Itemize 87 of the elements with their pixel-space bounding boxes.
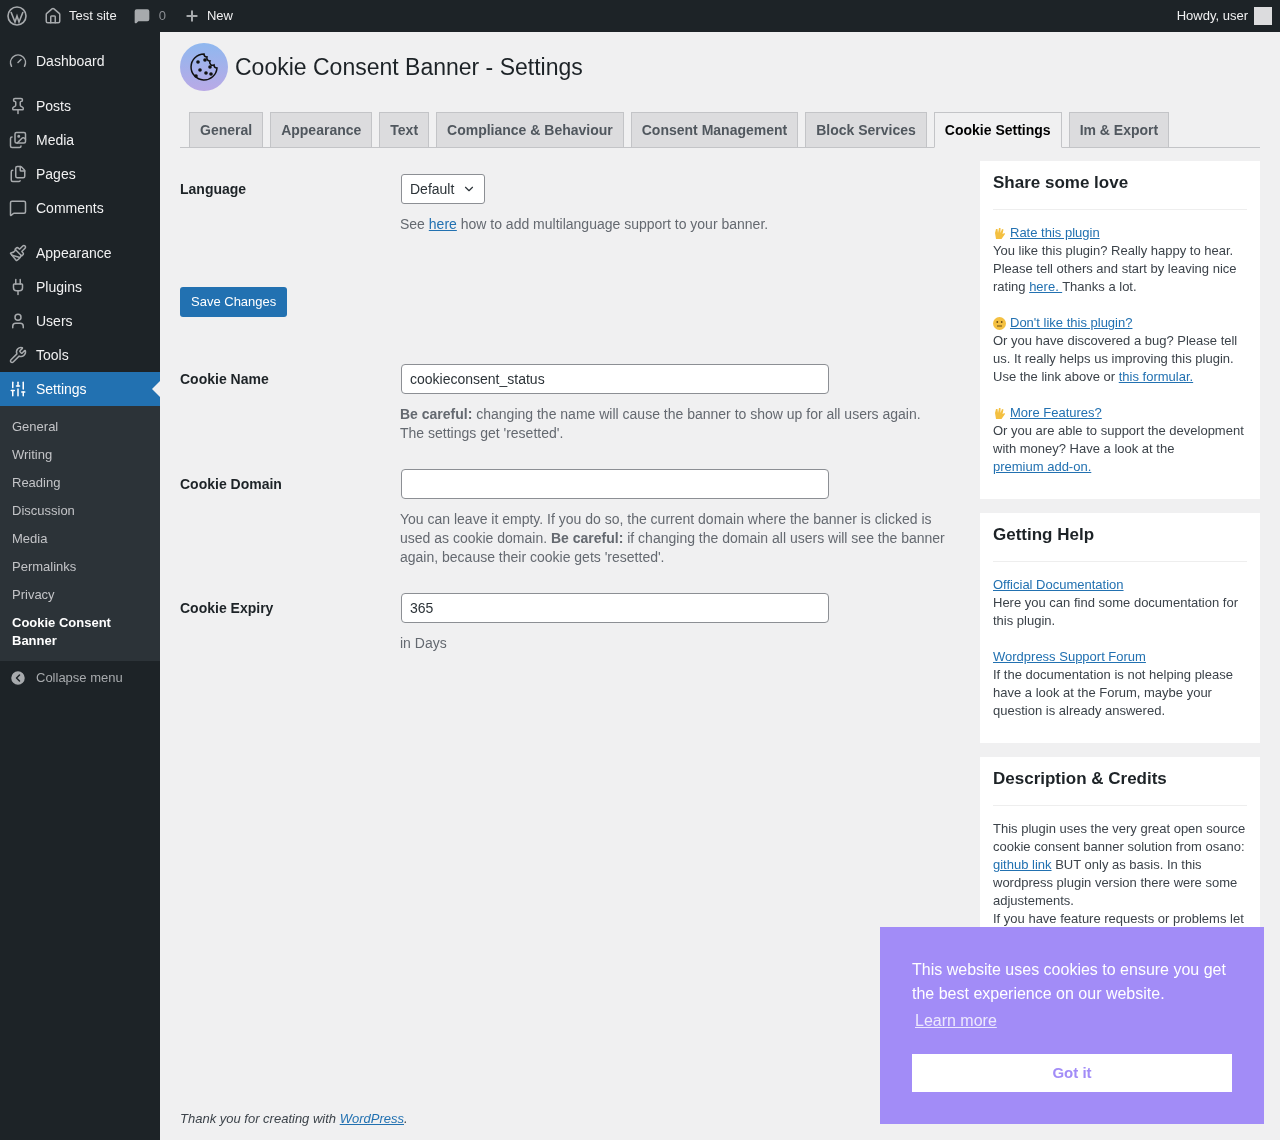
menu-item[interactable]: Tools — [0, 338, 160, 372]
field-description: You can leave it empty. If you do so, the current domain where the banner is clicked is used as cookie domain. Be careful: if changing the domain all users will see the banner again, because their cookie gets 'resetted'. — [400, 510, 946, 567]
text-link[interactable]: here — [428, 216, 457, 232]
submenu-item[interactable]: Media — [0, 525, 160, 553]
comment-icon — [133, 8, 150, 24]
submenu-item[interactable]: Discussion — [0, 497, 160, 525]
plus-icon — [183, 8, 200, 24]
text-link[interactable]: github link — [993, 857, 1052, 872]
section-text: Or you have discovered a bug? Please tell us. It really helps us improving this plugin. Use the link above or this formular. — [993, 332, 1239, 386]
credits-text: This plugin uses the very great open source cookie consent banner solution from osano: github link BUT only as basis. In this wordpress plugin version there were some adjustements. — [993, 820, 1247, 910]
field-label: Cookie Domain — [180, 476, 282, 492]
credits-text: If you have feature requests or problems let — [993, 910, 1245, 928]
section-link[interactable]: More Features? — [1010, 404, 1102, 422]
paintbrush-icon — [9, 244, 27, 262]
card-title: Share some love — [993, 172, 1130, 194]
speech-bubble-icon — [9, 199, 27, 217]
field-description: Be careful: changing the name will cause the banner to show up for all users again. The settings get 'resetted'. — [400, 405, 922, 443]
field-label: Cookie Name — [180, 371, 269, 387]
current-pointer — [152, 381, 160, 397]
section-text: Or you are able to support the development with money? Have a look at the premium add-on. — [993, 422, 1245, 476]
page-title: Cookie Consent Banner - Settings — [235, 52, 583, 82]
text-input[interactable]: cookieconsent_status — [401, 364, 829, 394]
settings-tab[interactable]: General — [189, 112, 264, 148]
banner-message: This website uses cookies to ensure you get the best experience on our website. — [912, 960, 1227, 1004]
wordpress-link[interactable]: WordPress — [339, 1110, 404, 1126]
menu-item[interactable]: Pages — [0, 157, 160, 191]
face-icon — [993, 316, 1006, 330]
menu-item[interactable]: Dashboard — [0, 44, 160, 78]
card-title: Getting Help — [993, 524, 1096, 546]
menu-item[interactable]: Media — [0, 123, 160, 157]
cookie-logo-icon — [180, 43, 228, 91]
settings-tab[interactable]: Compliance & Behaviour — [436, 112, 624, 148]
settings-tab[interactable]: Appearance — [270, 112, 373, 148]
collapse-icon — [9, 669, 27, 687]
settings-tab[interactable]: Text — [379, 112, 430, 148]
save-button[interactable]: Save Changes — [180, 287, 288, 317]
submenu-item[interactable]: Writing — [0, 441, 160, 469]
field-description: See here how to add multilanguage support to your banner. — [400, 215, 770, 234]
site-name-link[interactable]: Test site — [69, 6, 117, 26]
hand-icon — [993, 226, 1006, 240]
settings-tab[interactable]: Im & Export — [1068, 112, 1170, 148]
avatar-placeholder — [1254, 7, 1272, 25]
language-select[interactable]: Default — [401, 174, 486, 204]
greeting-text[interactable]: Howdy, user — [1176, 6, 1248, 26]
text-input[interactable] — [401, 469, 829, 499]
submenu-item[interactable]: Privacy — [0, 581, 160, 609]
gauge-icon — [9, 52, 27, 70]
text-link[interactable]: here. — [1029, 279, 1063, 294]
settings-tab[interactable]: Block Services — [805, 112, 927, 148]
field-description: in Days — [400, 634, 448, 653]
menu-item[interactable]: Appearance — [0, 236, 160, 270]
settings-tab[interactable]: Consent Management — [630, 112, 799, 148]
home-icon — [44, 7, 62, 25]
submenu-item[interactable]: General — [0, 413, 160, 441]
pin-icon — [9, 97, 27, 115]
section-link[interactable]: Don't like this plugin? — [1010, 314, 1133, 332]
submenu-item[interactable]: Permalinks — [0, 553, 160, 581]
text-link[interactable]: this formular. — [1118, 369, 1194, 384]
sliders-icon — [9, 380, 27, 398]
submenu-item[interactable]: Cookie Consent Banner — [0, 609, 160, 655]
collapse-menu-button[interactable]: Collapse menu — [0, 661, 160, 695]
text-input[interactable]: 365 — [401, 593, 829, 623]
menu-item[interactable]: Settings — [0, 372, 160, 406]
user-icon — [9, 312, 27, 330]
field-label: Cookie Expiry — [180, 600, 274, 616]
menu-item[interactable]: Plugins — [0, 270, 160, 304]
hand-icon — [993, 406, 1006, 420]
section-link[interactable]: Official Documentation — [993, 576, 1124, 594]
text-link[interactable]: premium add-on. — [993, 459, 1092, 474]
submenu-item[interactable]: Reading — [0, 469, 160, 497]
comment-count[interactable]: 0 — [158, 6, 166, 26]
section-text: You like this plugin? Really happy to hear. Please tell others and start by leaving nice rating here. Thanks a lot. — [993, 242, 1238, 296]
menu-item[interactable]: Posts — [0, 89, 160, 123]
menu-item[interactable]: Users — [0, 304, 160, 338]
section-text: If the documentation is not helping please have a look at the Forum, maybe your question is already answered. — [993, 666, 1234, 720]
wrench-icon — [9, 346, 27, 364]
section-text: Here you can find some documentation for this plugin. — [993, 594, 1239, 630]
files-icon — [9, 165, 27, 183]
card-title: Description & Credits — [993, 768, 1168, 790]
field-label: Language — [180, 181, 247, 197]
images-icon — [9, 131, 27, 149]
wordpress-logo-icon[interactable] — [7, 6, 27, 26]
settings-tab[interactable]: Cookie Settings — [933, 112, 1062, 148]
section-link[interactable]: Rate this plugin — [1010, 224, 1100, 242]
section-link[interactable]: Wordpress Support Forum — [993, 648, 1146, 666]
new-link[interactable]: New — [206, 6, 233, 26]
menu-item[interactable]: Comments — [0, 191, 160, 225]
